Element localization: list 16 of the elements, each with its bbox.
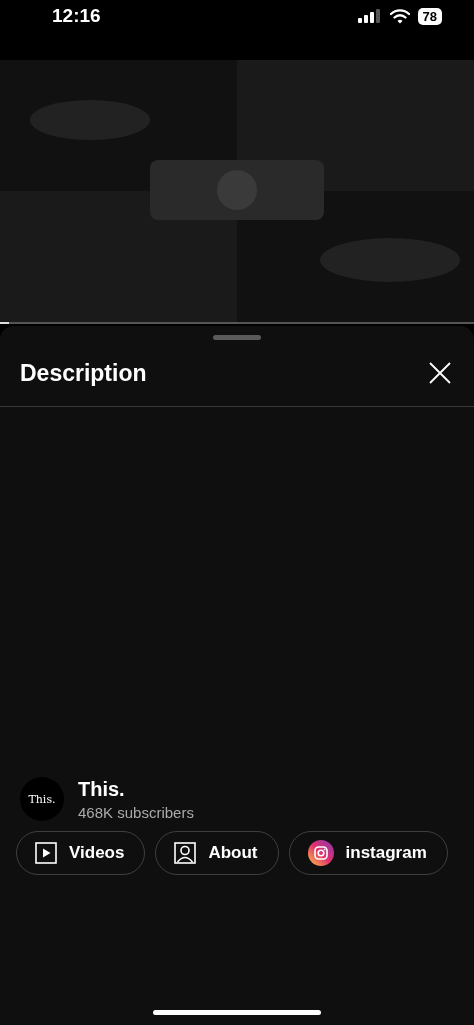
subscriber-count: 468K subscribers (78, 803, 194, 821)
play-icon (35, 842, 57, 864)
about-link-button[interactable]: About (155, 831, 279, 875)
wifi-icon (389, 8, 410, 24)
signal-icon (357, 9, 382, 23)
battery-level: 78 (417, 7, 442, 25)
close-button[interactable] (428, 361, 452, 385)
sheet-title: Description (20, 359, 147, 387)
videos-link-button[interactable]: Videos (16, 831, 146, 875)
instagram-icon (307, 840, 334, 866)
channel-avatar[interactable]: This. (20, 777, 64, 821)
channel-name[interactable]: This. (78, 777, 194, 801)
status-time: 12:16 (52, 5, 101, 27)
drag-handle[interactable] (213, 335, 261, 340)
instagram-link-button[interactable]: instagram (288, 831, 448, 875)
person-icon (174, 842, 197, 864)
